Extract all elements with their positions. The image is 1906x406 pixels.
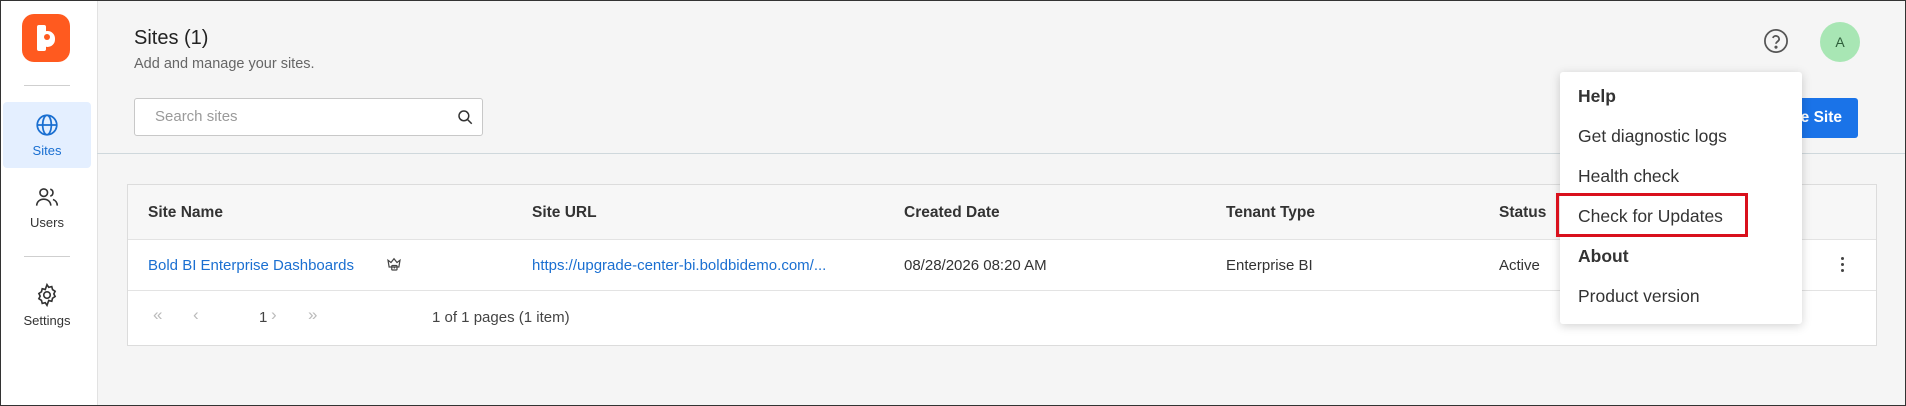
next-page-icon[interactable]: ›: [271, 305, 277, 325]
column-header-status[interactable]: Status: [1499, 204, 1546, 222]
created-date-cell: 08/28/2026 08:20 AM: [904, 257, 1047, 274]
bold-logo[interactable]: [22, 14, 70, 62]
sidebar-item-label: Settings: [23, 313, 71, 328]
sidebar-item-settings[interactable]: Settings: [3, 272, 91, 338]
site-admin-icon[interactable]: [385, 255, 403, 278]
column-header-created-date[interactable]: Created Date: [904, 204, 1000, 222]
status-cell: Active: [1499, 257, 1540, 274]
menu-item-get-diagnostic-logs[interactable]: Get diagnostic logs: [1578, 126, 1727, 147]
help-button[interactable]: [1762, 27, 1790, 55]
help-heading: Help: [1578, 86, 1616, 106]
page-subtitle: Add and manage your sites.: [134, 56, 315, 72]
pagination-info: 1 of 1 pages (1 item): [432, 309, 570, 326]
column-header-site-url[interactable]: Site URL: [532, 204, 597, 222]
site-url-link[interactable]: https://upgrade-center-bi.boldbidemo.com…: [532, 257, 826, 274]
first-page-icon[interactable]: «: [153, 305, 162, 325]
menu-item-health-check[interactable]: Health check: [1578, 166, 1679, 187]
menu-item-product-version[interactable]: Product version: [1578, 286, 1700, 307]
previous-page-icon[interactable]: ‹: [193, 305, 199, 325]
tenant-type-cell: Enterprise BI: [1226, 257, 1313, 274]
search-input[interactable]: [153, 107, 447, 126]
search-icon[interactable]: [456, 108, 474, 131]
column-header-tenant-type[interactable]: Tenant Type: [1226, 204, 1315, 222]
help-icon: [1764, 29, 1788, 53]
sidebar-divider: [24, 85, 70, 86]
gear-icon: [37, 282, 57, 308]
site-name-link[interactable]: Bold BI Enterprise Dashboards: [148, 257, 354, 274]
sidebar-item-label: Sites: [32, 143, 62, 158]
users-icon: [35, 188, 59, 206]
menu-item-check-for-updates[interactable]: Check for Updates: [1578, 206, 1723, 227]
sidebar-divider: [24, 256, 70, 257]
column-header-site-name[interactable]: Site Name: [148, 204, 223, 222]
row-more-options-icon[interactable]: [1830, 254, 1854, 276]
help-dropdown-menu: Help Get diagnostic logs Health check Ch…: [1556, 72, 1802, 324]
search-box: [134, 98, 483, 136]
page-title: Sites (1): [134, 27, 209, 49]
about-heading: About: [1578, 246, 1629, 266]
sidebar-item-sites[interactable]: Sites: [3, 102, 91, 168]
last-page-icon[interactable]: »: [308, 305, 317, 325]
sidebar-item-label: Users: [30, 215, 64, 230]
user-avatar[interactable]: A: [1820, 22, 1860, 62]
page-number[interactable]: 1: [259, 309, 267, 326]
globe-icon: [36, 114, 58, 136]
sidebar-item-users[interactable]: Users: [3, 174, 91, 240]
sidebar: Sites Users Settings: [0, 0, 98, 406]
